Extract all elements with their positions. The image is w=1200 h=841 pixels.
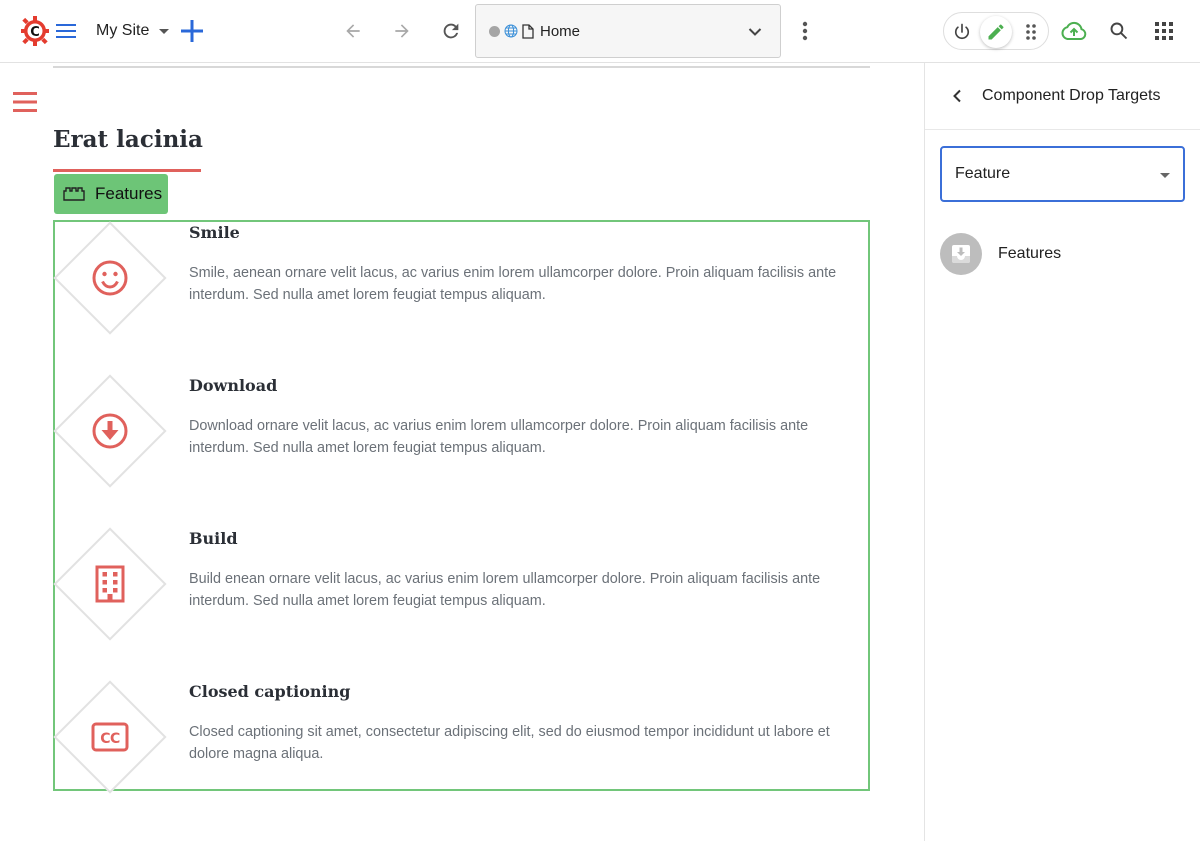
pencil-icon[interactable] (980, 16, 1012, 48)
edit-mode-toggle-group (943, 12, 1049, 50)
building-icon (88, 562, 132, 606)
feature-description: Download ornare velit lacus, ac varius e… (189, 418, 809, 456)
panel-title: Component Drop Targets (982, 87, 1161, 104)
chevron-left-icon[interactable] (947, 85, 967, 107)
content-type-select[interactable]: Feature (940, 146, 1185, 202)
apps-grid-icon[interactable] (1150, 17, 1178, 45)
status-dot (489, 25, 500, 37)
divider (53, 66, 870, 68)
download-icon (88, 409, 132, 453)
badge-label: Features (95, 184, 163, 203)
crafter-logo-icon[interactable]: C (20, 14, 50, 48)
forward-arrow-icon[interactable] (389, 18, 415, 44)
preview-canvas: Erat lacinia Features Smile Smile, aenea… (0, 63, 924, 841)
hamburger-icon[interactable] (54, 19, 78, 43)
drop-target-item[interactable]: Features (940, 233, 1061, 275)
refresh-icon[interactable] (438, 18, 464, 44)
more-vert-icon[interactable] (793, 18, 817, 44)
panel-header: Component Drop Targets (925, 63, 1200, 130)
drop-zone[interactable]: Smile Smile, aenean ornare velit lacus, … (53, 220, 870, 794)
feature-title: Closed captioning (189, 682, 351, 701)
select-value: Feature (955, 165, 1011, 182)
caret-down-icon (1160, 173, 1170, 178)
section-heading[interactable]: Erat lacinia (53, 126, 203, 153)
svg-text:C: C (30, 25, 40, 40)
top-toolbar: C My Site Home (0, 0, 1200, 63)
site-name: My Site (96, 22, 150, 39)
feature-description: Smile, aenean ornare velit lacus, ac var… (189, 265, 837, 303)
closed-caption-icon: CC (88, 715, 132, 759)
site-switcher[interactable]: My Site (96, 19, 170, 43)
lego-block-icon (63, 187, 85, 201)
svg-text:CC: CC (100, 731, 120, 747)
globe-icon (504, 24, 518, 38)
site-menu-icon[interactable] (13, 91, 37, 113)
power-icon[interactable] (946, 16, 978, 48)
heading-underline (53, 169, 201, 172)
feature-item[interactable]: Download Download ornare velit lacus, ac… (53, 374, 868, 528)
page-icon (522, 23, 534, 39)
add-icon[interactable] (178, 16, 206, 46)
drop-target-label: Features (998, 245, 1062, 262)
smile-icon (88, 256, 132, 300)
address-bar[interactable]: Home (475, 4, 781, 58)
caret-down-icon (159, 28, 170, 34)
feature-description: Build enean ornare velit lacus, ac variu… (189, 571, 821, 609)
address-url: Home (540, 22, 581, 40)
drag-grip-icon[interactable] (1015, 16, 1047, 48)
search-icon[interactable] (1105, 17, 1133, 45)
move-to-inbox-icon (940, 233, 982, 275)
feature-title: Build (189, 529, 238, 548)
cloud-upload-icon[interactable] (1059, 16, 1089, 46)
chevron-down-icon[interactable] (748, 24, 762, 42)
feature-item[interactable]: Smile Smile, aenean ornare velit lacus, … (53, 221, 868, 375)
feature-title: Download (189, 376, 278, 395)
feature-item[interactable]: Build Build enean ornare velit lacus, ac… (53, 527, 868, 681)
back-arrow-icon[interactable] (340, 18, 366, 44)
feature-item[interactable]: CC Closed captioning Closed captioning s… (53, 680, 868, 834)
drop-targets-panel: Component Drop Targets Feature Features (924, 63, 1200, 841)
features-component-badge[interactable]: Features (54, 174, 168, 214)
feature-description: Closed captioning sit amet, consectetur … (189, 724, 830, 762)
feature-title: Smile (189, 223, 240, 242)
